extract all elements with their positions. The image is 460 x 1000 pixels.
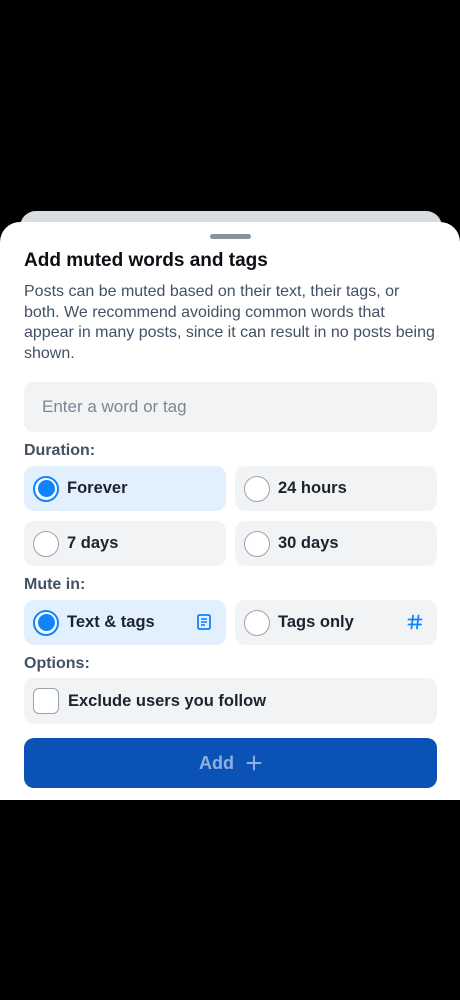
duration-option-label: Forever: [67, 479, 128, 497]
muted-words-dialog: Add muted words and tags Posts can be mu…: [0, 222, 460, 800]
exclude-following-option[interactable]: Exclude users you follow: [24, 678, 437, 724]
radio-unselected-icon: [33, 530, 59, 557]
radio-selected-icon: [33, 475, 59, 502]
checkbox-unchecked-icon[interactable]: [33, 688, 59, 714]
duration-option-24-hours[interactable]: 24 hours: [235, 466, 437, 511]
radio-unselected-icon: [244, 530, 270, 557]
mute-in-option-label: Tags only: [278, 613, 354, 631]
plus-icon: [246, 755, 262, 771]
exclude-following-label: Exclude users you follow: [68, 691, 267, 710]
dialog-title: Add muted words and tags: [24, 250, 268, 271]
word-or-tag-input[interactable]: [24, 382, 437, 432]
duration-option-forever[interactable]: Forever: [24, 466, 226, 511]
duration-option-label: 7 days: [67, 534, 119, 552]
mute-in-option-label: Text & tags: [67, 613, 155, 631]
duration-option-30-days[interactable]: 30 days: [235, 521, 437, 566]
radio-unselected-icon: [244, 609, 270, 636]
mute-in-label: Mute in:: [24, 576, 86, 593]
radio-selected-icon: [33, 609, 59, 636]
duration-option-label: 24 hours: [278, 479, 347, 497]
duration-option-7-days[interactable]: 7 days: [24, 521, 226, 566]
document-icon: [194, 612, 214, 632]
radio-unselected-icon: [244, 475, 270, 502]
drag-handle[interactable]: [210, 234, 251, 239]
mute-in-option-tags-only[interactable]: Tags only: [235, 600, 437, 645]
hashtag-icon: [405, 612, 425, 632]
dialog-description: Posts can be muted based on their text, …: [24, 283, 435, 362]
duration-label: Duration:: [24, 442, 96, 459]
options-label: Options:: [24, 655, 90, 672]
add-button-label: Add: [199, 752, 234, 773]
add-button[interactable]: Add: [24, 738, 437, 788]
mute-in-option-text-and-tags[interactable]: Text & tags: [24, 600, 226, 645]
duration-option-label: 30 days: [278, 534, 339, 552]
